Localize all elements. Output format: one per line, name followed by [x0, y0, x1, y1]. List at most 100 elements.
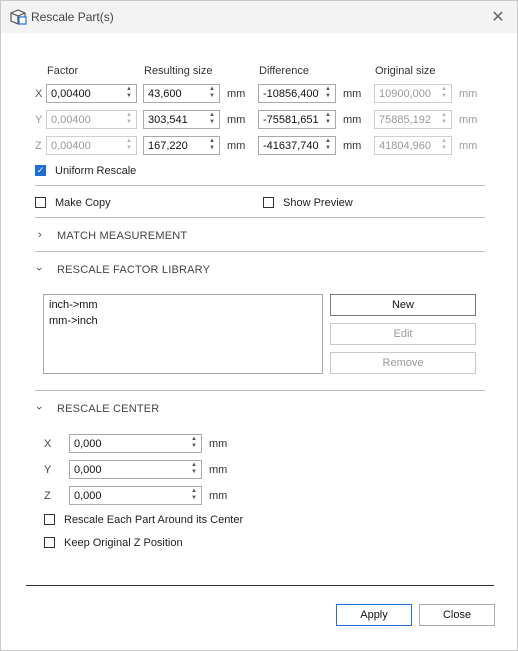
unit-mm: mm — [209, 490, 228, 502]
row-x-axis-label: X — [35, 88, 43, 100]
chevron-down-icon[interactable]: › — [33, 267, 45, 271]
chevron-right-icon[interactable]: › — [38, 229, 42, 241]
unit-mm: mm — [459, 114, 478, 126]
section-rescale-factor-library[interactable]: RESCALE FACTOR LIBRARY — [57, 264, 210, 276]
spin-arrows-icon[interactable]: ▲ ▼ — [189, 436, 199, 451]
center-x-label: X — [44, 438, 52, 450]
show-preview-label[interactable]: Show Preview — [283, 197, 353, 209]
show-preview-checkbox[interactable] — [263, 197, 274, 208]
factor-x-input[interactable] — [47, 85, 125, 102]
center-y-input[interactable] — [70, 461, 190, 478]
resulting-x-spinbox[interactable]: ▲▼ — [143, 84, 220, 103]
center-x-spinbox[interactable]: ▲▼ — [69, 434, 202, 453]
spin-arrows-icon[interactable]: ▲ ▼ — [207, 86, 217, 101]
apply-button[interactable]: Apply — [336, 604, 412, 626]
unit-mm: mm — [227, 140, 246, 152]
factor-z-spinbox: ▲▼ — [46, 136, 137, 155]
cube-scale-icon — [10, 9, 27, 25]
difference-z-spinbox[interactable]: ▲▼ — [258, 136, 336, 155]
close-icon[interactable]: ✕ — [487, 6, 509, 28]
header-difference: Difference — [259, 65, 309, 77]
resulting-x-input[interactable] — [144, 85, 208, 102]
rescale-each-part-label[interactable]: Rescale Each Part Around its Center — [64, 514, 243, 526]
original-x-input — [375, 85, 440, 102]
uniform-rescale-checkbox[interactable]: ✓ — [35, 165, 46, 176]
unit-mm: mm — [459, 88, 478, 100]
spin-arrows-icon: ▲ ▼ — [126, 138, 132, 151]
edit-button[interactable]: Edit — [330, 323, 476, 345]
factor-x-spinbox[interactable]: ▲▼ — [46, 84, 137, 103]
center-y-spinbox[interactable]: ▲▼ — [69, 460, 202, 479]
unit-mm: mm — [343, 114, 362, 126]
original-z-spinbox: ▲▼ — [374, 136, 452, 155]
spin-arrows-icon: ▲ ▼ — [441, 86, 447, 99]
factor-y-input — [47, 111, 125, 128]
divider — [35, 251, 485, 252]
unit-mm: mm — [343, 88, 362, 100]
make-copy-label[interactable]: Make Copy — [55, 197, 111, 209]
divider — [35, 217, 485, 218]
section-rescale-center[interactable]: RESCALE CENTER — [57, 403, 159, 415]
keep-z-position-checkbox[interactable] — [44, 537, 55, 548]
spin-arrows-icon[interactable]: ▲ ▼ — [189, 488, 199, 503]
make-copy-checkbox[interactable] — [35, 197, 46, 208]
spin-arrows-icon: ▲ ▼ — [126, 112, 132, 125]
factor-z-input — [47, 137, 125, 154]
divider — [35, 390, 485, 391]
new-button[interactable]: New — [330, 294, 476, 316]
close-button[interactable]: Close — [419, 604, 495, 626]
section-match-measurement[interactable]: MATCH MEASUREMENT — [57, 230, 187, 242]
original-y-input — [375, 111, 440, 128]
spin-arrows-icon[interactable]: ▲ ▼ — [323, 138, 333, 153]
factor-library-list[interactable]: inch->mm mm->inch — [43, 294, 323, 374]
center-z-spinbox[interactable]: ▲▼ — [69, 486, 202, 505]
difference-x-input[interactable] — [259, 85, 324, 102]
center-z-label: Z — [44, 490, 51, 502]
spin-arrows-icon[interactable]: ▲ ▼ — [323, 86, 333, 101]
list-item[interactable]: inch->mm — [44, 297, 322, 313]
rescale-each-part-checkbox[interactable] — [44, 514, 55, 525]
resulting-z-spinbox[interactable]: ▲▼ — [143, 136, 220, 155]
unit-mm: mm — [459, 140, 478, 152]
rescale-dialog: Rescale Part(s) ✕ Factor Resulting size … — [0, 0, 518, 651]
title-bar: Rescale Part(s) ✕ — [1, 1, 517, 33]
resulting-y-spinbox[interactable]: ▲▼ — [143, 110, 220, 129]
spin-arrows-icon[interactable]: ▲ ▼ — [124, 86, 134, 101]
original-y-spinbox: ▲▼ — [374, 110, 452, 129]
unit-mm: mm — [227, 88, 246, 100]
spin-arrows-icon[interactable]: ▲ ▼ — [207, 112, 217, 127]
difference-y-input[interactable] — [259, 111, 324, 128]
chevron-down-icon[interactable]: › — [33, 406, 45, 410]
spin-arrows-icon[interactable]: ▲ ▼ — [207, 138, 217, 153]
unit-mm: mm — [343, 140, 362, 152]
header-factor: Factor — [47, 65, 79, 77]
window-title: Rescale Part(s) — [31, 10, 114, 24]
resulting-y-input[interactable] — [144, 111, 208, 128]
spin-arrows-icon: ▲ ▼ — [441, 138, 447, 151]
unit-mm: mm — [227, 114, 246, 126]
center-y-label: Y — [44, 464, 52, 476]
unit-mm: mm — [209, 438, 228, 450]
difference-y-spinbox[interactable]: ▲▼ — [258, 110, 336, 129]
row-z-axis-label: Z — [35, 140, 42, 152]
factor-y-spinbox: ▲▼ — [46, 110, 137, 129]
spin-arrows-icon: ▲ ▼ — [441, 112, 447, 125]
divider — [35, 185, 485, 186]
original-z-input — [375, 137, 440, 154]
center-z-input[interactable] — [70, 487, 190, 504]
spin-arrows-icon[interactable]: ▲ ▼ — [323, 112, 333, 127]
difference-x-spinbox[interactable]: ▲▼ — [258, 84, 336, 103]
resulting-z-input[interactable] — [144, 137, 208, 154]
header-resulting-size: Resulting size — [144, 65, 213, 77]
list-item[interactable]: mm->inch — [44, 313, 322, 329]
center-x-input[interactable] — [70, 435, 190, 452]
uniform-rescale-label[interactable]: Uniform Rescale — [55, 165, 136, 177]
difference-z-input[interactable] — [259, 137, 324, 154]
header-original-size: Original size — [375, 65, 436, 77]
original-x-spinbox: ▲▼ — [374, 84, 452, 103]
remove-button[interactable]: Remove — [330, 352, 476, 374]
keep-z-position-label[interactable]: Keep Original Z Position — [64, 537, 183, 549]
spin-arrows-icon[interactable]: ▲ ▼ — [189, 462, 199, 477]
footer-divider — [26, 585, 494, 586]
row-y-axis-label: Y — [35, 114, 43, 126]
